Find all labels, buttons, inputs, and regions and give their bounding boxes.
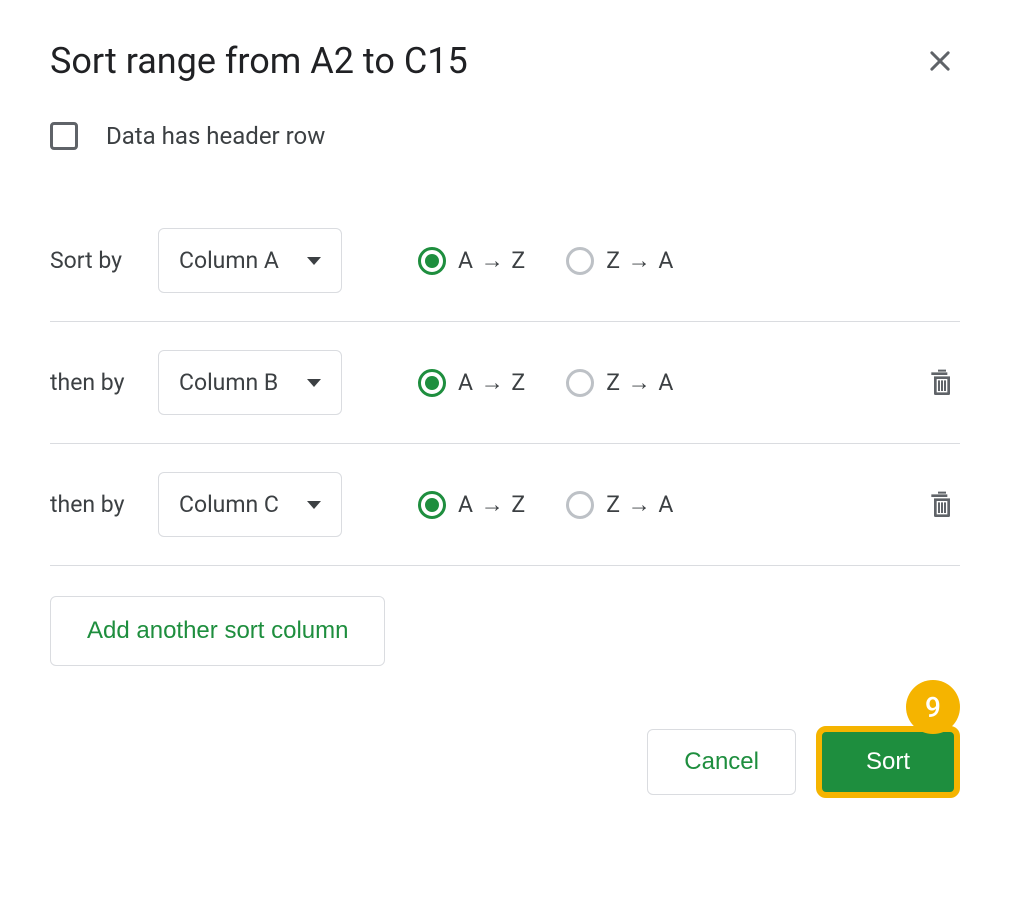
dropdown-value: Column B xyxy=(179,369,278,396)
column-dropdown[interactable]: Column B xyxy=(158,350,342,415)
chevron-down-icon xyxy=(307,379,321,387)
radio-unselected-icon xyxy=(566,491,594,519)
sort-za-option[interactable]: Z → A xyxy=(566,247,674,275)
header-row-option: Data has header row xyxy=(50,122,960,150)
sort-az-option[interactable]: A → Z xyxy=(418,491,526,519)
sort-row: then by Column C A → Z Z → A xyxy=(50,444,960,566)
sort-za-option[interactable]: Z → A xyxy=(566,369,674,397)
sort-button[interactable]: Sort xyxy=(816,726,960,798)
sort-az-option[interactable]: A → Z xyxy=(418,369,526,397)
trash-icon xyxy=(926,489,958,521)
delete-sort-button[interactable] xyxy=(924,487,960,523)
dropdown-value: Column A xyxy=(179,247,279,274)
sort-direction-group: A → Z Z → A xyxy=(418,369,674,397)
sort-za-option[interactable]: Z → A xyxy=(566,491,674,519)
radio-unselected-icon xyxy=(566,369,594,397)
sort-row: then by Column B A → Z Z → A xyxy=(50,322,960,444)
za-label: Z → A xyxy=(606,369,674,396)
close-button[interactable] xyxy=(920,41,960,81)
header-row-label: Data has header row xyxy=(106,122,325,150)
dialog-footer: Cancel 9 Sort xyxy=(50,726,960,798)
radio-selected-icon xyxy=(418,247,446,275)
radio-selected-icon xyxy=(418,491,446,519)
sort-az-option[interactable]: A → Z xyxy=(418,247,526,275)
dialog-header: Sort range from A2 to C15 xyxy=(50,40,960,82)
cancel-button[interactable]: Cancel xyxy=(647,729,796,795)
za-label: Z → A xyxy=(606,491,674,518)
sort-button-wrapper: 9 Sort xyxy=(816,726,960,798)
chevron-down-icon xyxy=(307,501,321,509)
az-label: A → Z xyxy=(458,369,526,396)
column-dropdown[interactable]: Column A xyxy=(158,228,342,293)
sort-by-label: Sort by xyxy=(50,247,158,274)
az-label: A → Z xyxy=(458,247,526,274)
sort-direction-group: A → Z Z → A xyxy=(418,491,674,519)
step-badge: 9 xyxy=(906,680,960,734)
close-icon xyxy=(926,47,954,75)
chevron-down-icon xyxy=(307,257,321,265)
column-dropdown[interactable]: Column C xyxy=(158,472,342,537)
add-sort-column-button[interactable]: Add another sort column xyxy=(50,596,385,666)
header-row-checkbox[interactable] xyxy=(50,122,78,150)
dropdown-value: Column C xyxy=(179,491,279,518)
dialog-title: Sort range from A2 to C15 xyxy=(50,40,468,82)
then-by-label: then by xyxy=(50,369,158,396)
trash-icon xyxy=(926,367,958,399)
delete-sort-button[interactable] xyxy=(924,365,960,401)
sort-row: Sort by Column A A → Z Z → A xyxy=(50,200,960,322)
radio-selected-icon xyxy=(418,369,446,397)
sort-direction-group: A → Z Z → A xyxy=(418,247,674,275)
za-label: Z → A xyxy=(606,247,674,274)
radio-unselected-icon xyxy=(566,247,594,275)
then-by-label: then by xyxy=(50,491,158,518)
az-label: A → Z xyxy=(458,491,526,518)
